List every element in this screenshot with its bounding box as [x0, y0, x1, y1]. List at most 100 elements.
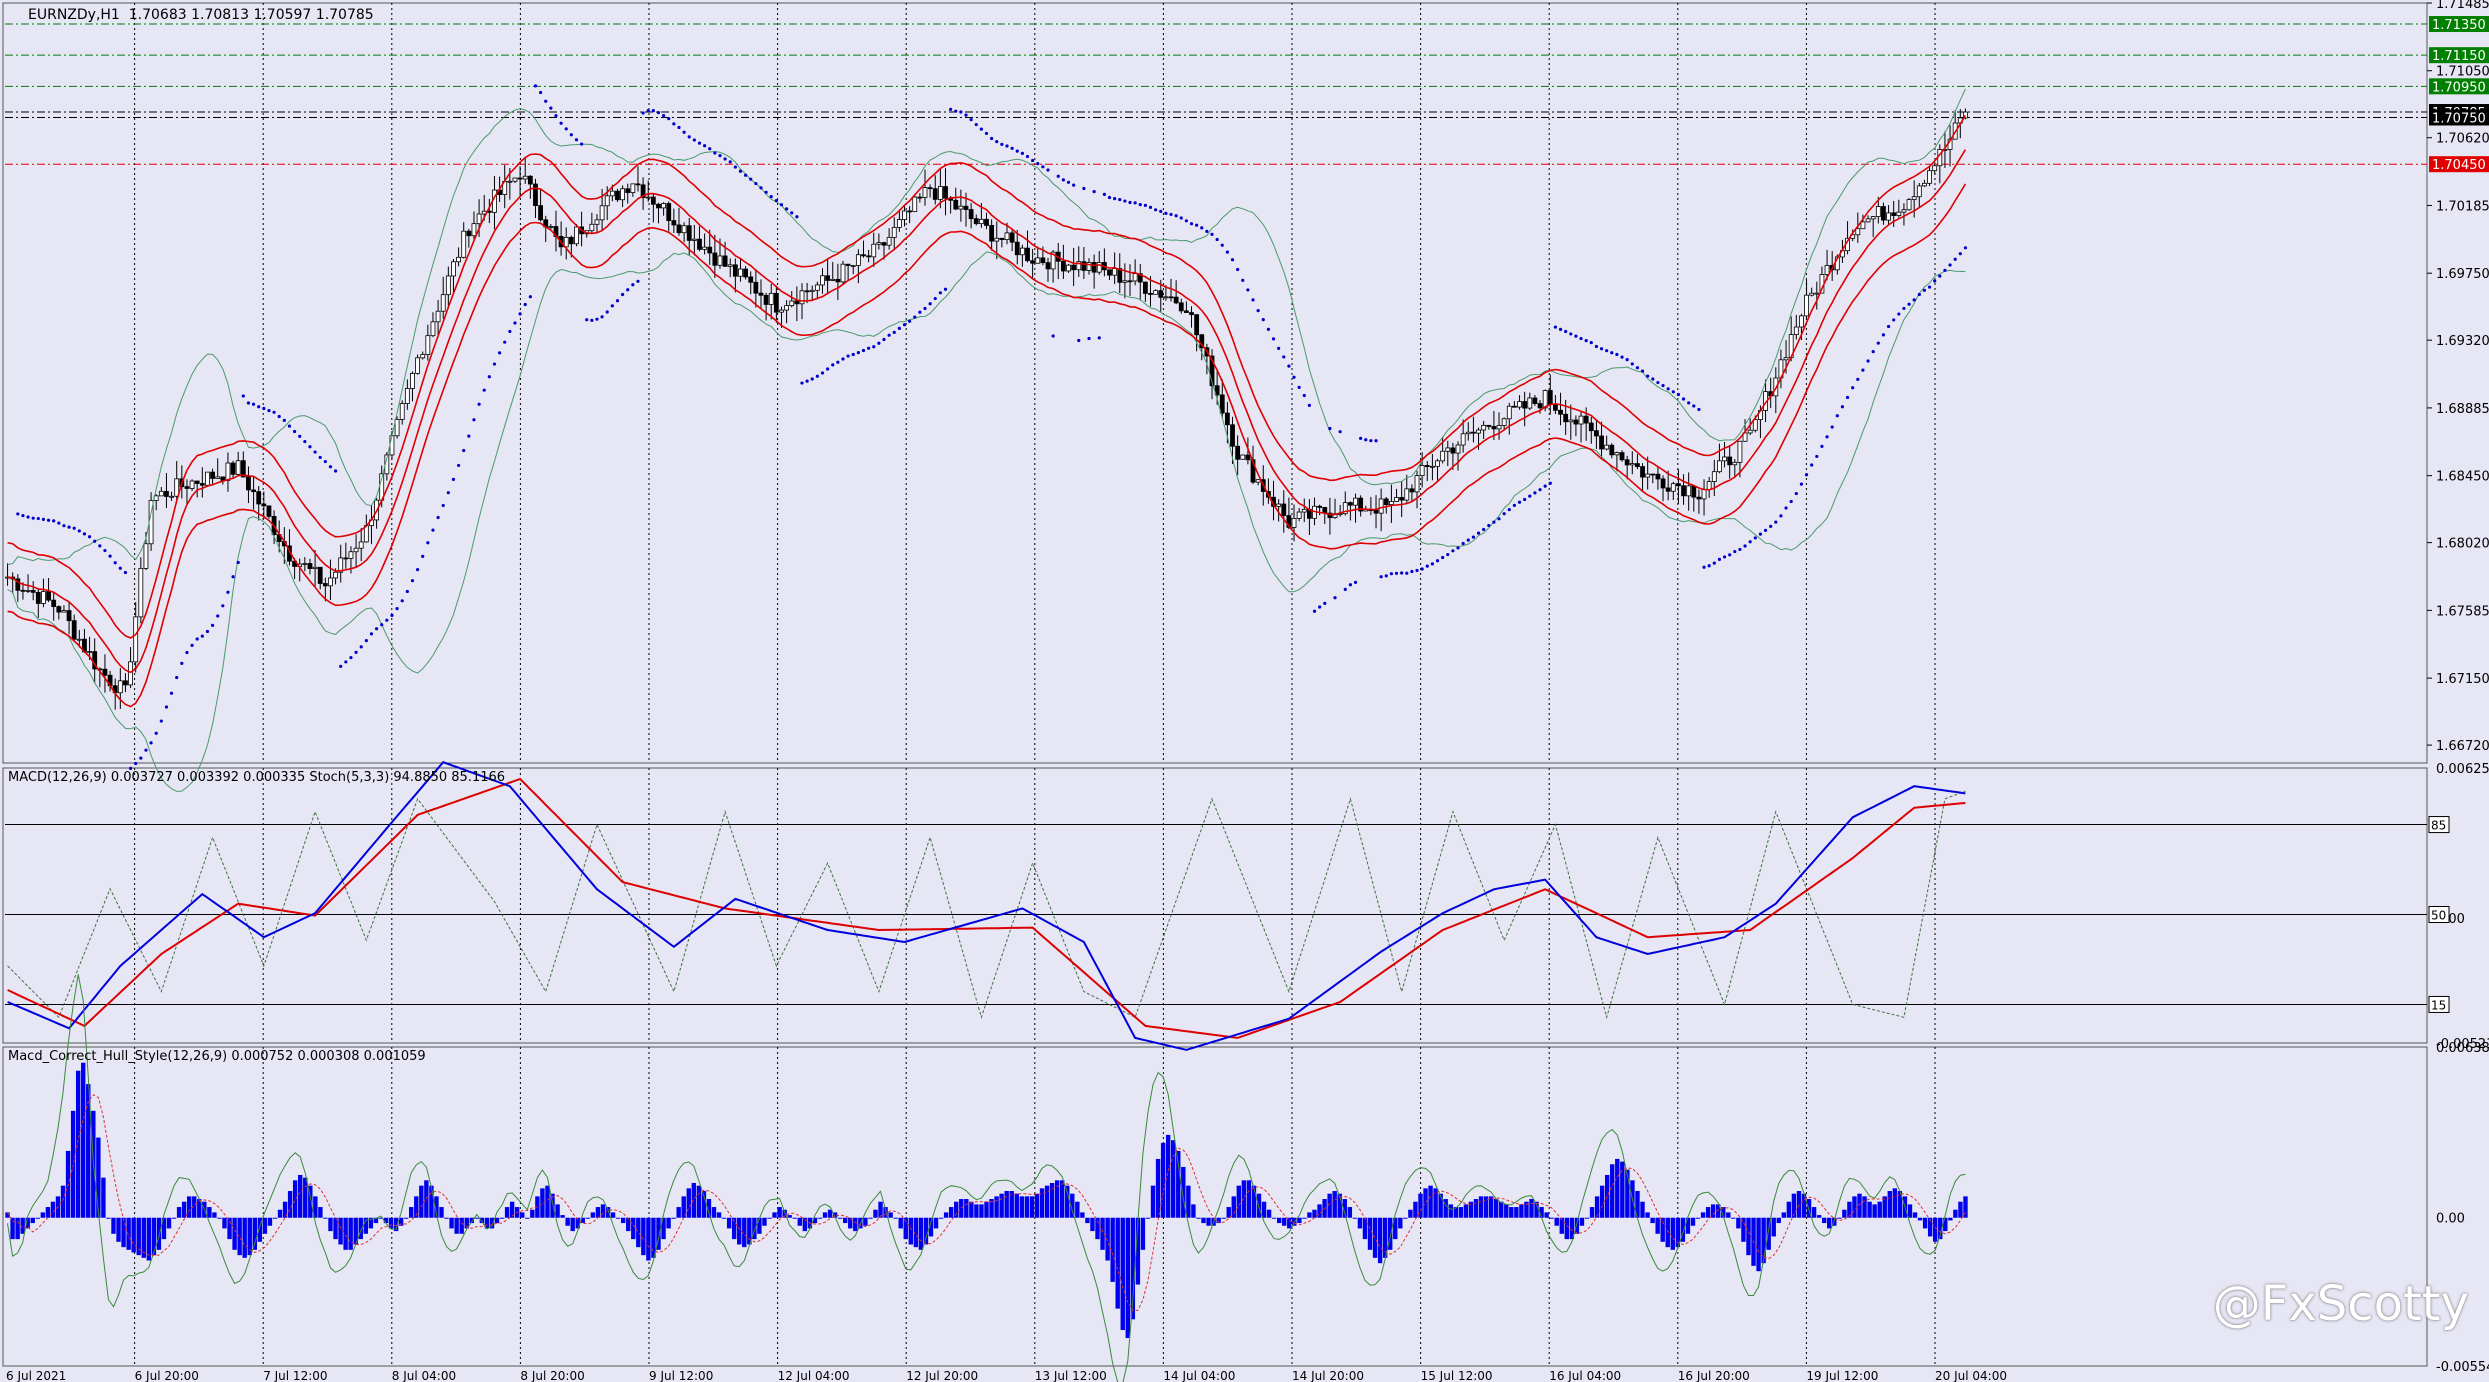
sar-dot [492, 362, 497, 366]
sar-dot [949, 107, 953, 112]
candle-body [625, 188, 631, 193]
hull-bar [676, 1207, 681, 1218]
hull-bar [1887, 1191, 1892, 1218]
sar-dot [610, 304, 614, 308]
sar-dot [718, 154, 722, 158]
sar-dot [1133, 201, 1137, 205]
hull-bar [1165, 1134, 1171, 1218]
sar-dot [723, 157, 727, 161]
candle-body [1799, 315, 1804, 328]
price-axis-label: 1.67585 [2436, 604, 2489, 619]
hull-bar [777, 1207, 782, 1218]
sar-dot [1948, 263, 1952, 267]
candle-body [1378, 498, 1384, 514]
candle-body [1460, 433, 1466, 446]
candle-body [937, 186, 943, 200]
candle-body [902, 210, 907, 220]
sar-dot [241, 394, 245, 398]
candle-body [958, 205, 964, 210]
candle-body [1855, 228, 1861, 236]
candle-body [251, 489, 256, 493]
sar-dot [846, 354, 850, 358]
sar-dot [1692, 404, 1696, 408]
candle-body [686, 225, 692, 241]
candle-body [1809, 292, 1815, 296]
hull-bar [1700, 1212, 1706, 1218]
sar-dot [1528, 494, 1532, 498]
sar-dot [1297, 385, 1301, 389]
candle-body [1793, 326, 1799, 336]
candle-body [630, 183, 636, 193]
hull-bar [923, 1217, 929, 1245]
candle-body [1512, 405, 1517, 408]
sar-dot [77, 529, 81, 533]
candle-body [907, 210, 913, 213]
candle-body [1814, 292, 1820, 295]
candle-body [666, 203, 672, 222]
candle-body [1640, 466, 1645, 478]
candle-body [1035, 257, 1041, 264]
sar-dot [795, 215, 799, 219]
sar-dot [1215, 237, 1219, 242]
hull-bar [530, 1209, 535, 1218]
candle-body [1875, 206, 1881, 218]
candle-body [466, 230, 472, 237]
hull-bar [252, 1217, 257, 1250]
sar-dot [1512, 503, 1517, 507]
hull-bar [1493, 1199, 1499, 1218]
candle-body [425, 335, 431, 355]
sar-dot [1189, 222, 1194, 226]
sar-dot [1748, 540, 1752, 544]
hull-bar [1741, 1217, 1746, 1242]
sar-dot [1174, 214, 1178, 218]
macd-panel [2, 767, 2428, 1044]
candle-body [1645, 473, 1651, 478]
hull-bar [1514, 1207, 1519, 1218]
candle-body [1045, 262, 1051, 270]
sar-dot [1389, 572, 1394, 576]
hull-bar [262, 1217, 268, 1234]
hull-bar [797, 1217, 802, 1226]
candle-body [451, 261, 456, 277]
candle-body [512, 177, 518, 182]
candle-body [825, 275, 831, 281]
sar-dot [974, 122, 978, 127]
candle-body [1650, 473, 1656, 476]
candle-body [1676, 483, 1681, 487]
sar-dot [308, 445, 312, 449]
sar-dot [380, 623, 384, 627]
sar-dot [692, 138, 696, 142]
hull-bar [1413, 1201, 1418, 1218]
candle-body [809, 289, 815, 292]
candle-body [753, 281, 759, 294]
sar-dot [93, 539, 97, 543]
sar-dot [1102, 192, 1106, 196]
sar-dot [1507, 507, 1511, 512]
candle-body [896, 219, 902, 228]
sar-dot [902, 323, 907, 327]
sar-dot [1225, 250, 1229, 254]
candle-body [1686, 485, 1692, 497]
candle-body [645, 196, 651, 199]
hull-bar [1347, 1207, 1353, 1218]
sar-dot [1548, 481, 1552, 485]
price-axis-label: 1.71050 [2436, 65, 2489, 80]
candle-body [133, 616, 139, 663]
sar-dot [1394, 571, 1399, 575]
sar-dot [979, 127, 983, 131]
hull-bar [1645, 1212, 1650, 1218]
chart-canvas[interactable]: 6 Jul 2021 6 Jul 20:00 7 Jul 12:00 8 Jul 04… [0, 0, 2489, 1382]
sar-dot [1025, 154, 1030, 159]
sar-dot [313, 450, 317, 454]
sar-dot [400, 599, 404, 603]
candle-body [968, 209, 974, 220]
hull-bar [721, 1217, 727, 1219]
hull-bar [116, 1217, 121, 1242]
hull-bar [1726, 1212, 1731, 1218]
candle-body [932, 188, 938, 200]
candle-body [1373, 509, 1379, 514]
sar-dot [1599, 347, 1604, 351]
candle-body [804, 290, 810, 293]
sar-dot [513, 321, 517, 325]
candle-body [1927, 170, 1932, 184]
